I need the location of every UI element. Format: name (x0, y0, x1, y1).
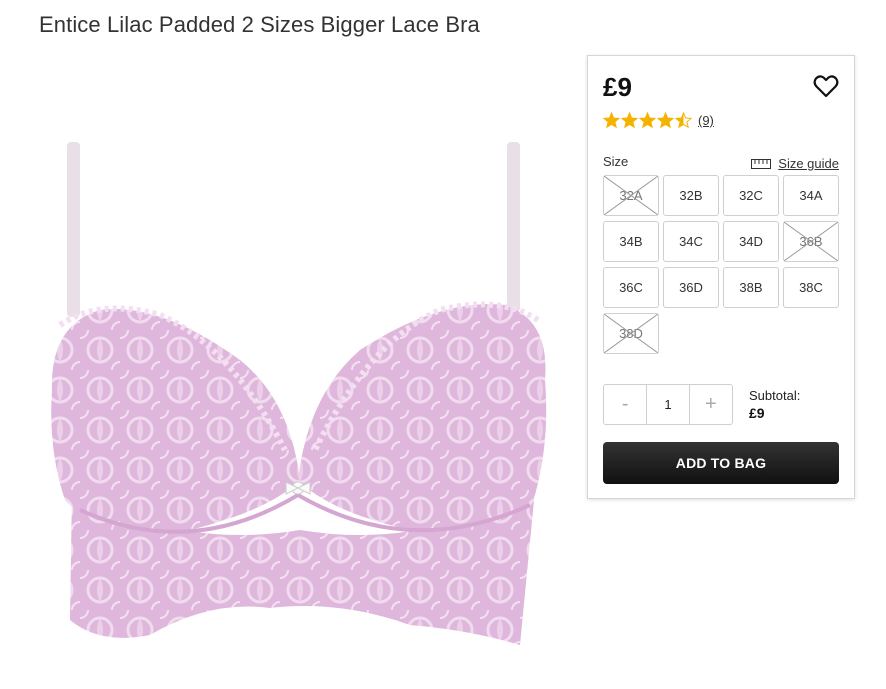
unavailable-cross-icon (604, 314, 658, 353)
quantity-stepper: - 1 + (603, 384, 733, 425)
size-option-36b[interactable]: 36B (783, 221, 839, 262)
product-image[interactable] (40, 130, 560, 660)
purchase-panel: £9 (9) Size Size guide 32A 32B 32C 34A 34B 34… (587, 55, 855, 499)
size-option-34b[interactable]: 34B (603, 221, 659, 262)
review-count-link[interactable]: (9) (698, 113, 714, 128)
size-option-label: 34B (619, 234, 643, 249)
quantity-increase-button[interactable]: + (690, 385, 732, 424)
rating: (9) (603, 112, 714, 129)
size-option-34a[interactable]: 34A (783, 175, 839, 216)
size-option-38b[interactable]: 38B (723, 267, 779, 308)
star-icon (657, 112, 674, 129)
ruler-icon (751, 158, 772, 169)
heart-outline-icon[interactable] (812, 72, 840, 100)
subtotal-label: Subtotal: (749, 388, 801, 403)
star-icon (621, 112, 638, 129)
price: £9 (603, 72, 632, 102)
subtotal-value: £9 (749, 405, 765, 421)
size-label: Size (603, 154, 629, 169)
size-option-label: 32B (679, 188, 703, 203)
size-option-32a[interactable]: 32A (603, 175, 659, 216)
product-title: Entice Lilac Padded 2 Sizes Bigger Lace … (39, 12, 480, 37)
star-icon (639, 112, 656, 129)
size-option-label: 38B (739, 280, 763, 295)
quantity-value[interactable]: 1 (646, 385, 690, 424)
quantity-decrease-button[interactable]: - (604, 385, 646, 424)
star-icon (675, 112, 692, 129)
unavailable-cross-icon (784, 222, 838, 261)
size-option-38d[interactable]: 38D (603, 313, 659, 354)
add-to-bag-button[interactable]: ADD TO BAG (603, 442, 839, 484)
size-option-32c[interactable]: 32C (723, 175, 779, 216)
size-option-32b[interactable]: 32B (663, 175, 719, 216)
size-option-34c[interactable]: 34C (663, 221, 719, 262)
size-option-36d[interactable]: 36D (663, 267, 719, 308)
size-option-34d[interactable]: 34D (723, 221, 779, 262)
size-option-label: 36D (679, 280, 703, 295)
size-option-36c[interactable]: 36C (603, 267, 659, 308)
size-option-label: 32C (739, 188, 763, 203)
size-option-label: 34C (679, 234, 703, 249)
size-guide-label: Size guide (778, 156, 839, 171)
star-icon (603, 112, 620, 129)
star-rating (603, 112, 693, 129)
unavailable-cross-icon (604, 176, 658, 215)
size-grid: 32A 32B 32C 34A 34B 34C 34D 36B 36C 36D 38B 38C 38D (603, 175, 839, 354)
size-option-label: 36C (619, 280, 643, 295)
size-option-label: 38C (799, 280, 823, 295)
size-option-label: 34A (799, 188, 823, 203)
size-guide-link[interactable]: Size guide (751, 156, 839, 171)
size-option-label: 34D (739, 234, 763, 249)
size-option-38c[interactable]: 38C (783, 267, 839, 308)
lilac-lace-bra-image (51, 142, 547, 645)
